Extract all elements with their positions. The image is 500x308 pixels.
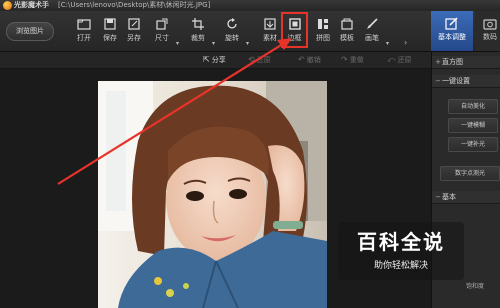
undo-button[interactable]: ↶ 撤销 — [298, 52, 321, 68]
save-button[interactable]: 保存 — [97, 14, 123, 48]
border-icon — [288, 18, 301, 30]
resize-dropdown-icon[interactable]: ▾ — [176, 40, 179, 47]
right-panel-tabs: 基本调整 数码 — [431, 11, 500, 51]
share-button[interactable]: ⇱ 分享 — [203, 52, 226, 68]
collage-icon — [318, 19, 328, 29]
tab-basic-adjust[interactable]: 基本调整 — [431, 11, 473, 51]
material-button[interactable]: 素材 — [257, 14, 283, 48]
restore-label: 还原 — [397, 56, 412, 64]
main-toolbar: 浏览图片 打开 保存 另存 尺寸 ▾ 裁剪 ▾ 旋转 ▾ 素材 边框 拼图 模板 — [0, 11, 500, 52]
save-as-button[interactable]: 另存 — [121, 14, 147, 48]
brush-dropdown-icon[interactable]: ▾ — [386, 40, 389, 47]
collage-label: 拼图 — [316, 34, 330, 42]
more-tools-icon[interactable]: › — [404, 38, 407, 47]
title-bar: 光影魔术手 [C:\Users\lenovo\Desktop\素材\休闲时光.J… — [0, 0, 500, 11]
material-label: 素材 — [263, 34, 277, 42]
tab-digital[interactable]: 数码 — [475, 11, 500, 51]
one-click-blur-button[interactable]: 一键模糊 — [448, 118, 498, 133]
collapse-icon: − — [435, 77, 441, 85]
restore-button[interactable]: ⤺ 还原 — [387, 52, 412, 68]
open-icon — [77, 19, 91, 30]
brush-label: 画笔 — [365, 34, 379, 42]
redo-icon: ↷ — [341, 55, 348, 64]
crop-label: 裁剪 — [191, 34, 205, 42]
brush-icon — [367, 18, 378, 29]
redo-label: 重做 — [349, 56, 364, 64]
saturation-label: 饱和度 — [466, 283, 485, 290]
crop-button[interactable]: 裁剪 — [185, 14, 211, 48]
share-label: 分享 — [211, 56, 226, 64]
open-label: 打开 — [77, 34, 91, 42]
reset-button[interactable]: ⟲ 还原 — [248, 52, 271, 68]
reset-icon: ⟲ — [248, 55, 255, 64]
brush-button[interactable]: 画笔 — [359, 14, 385, 48]
save-as-label: 另存 — [127, 34, 141, 42]
undo-label: 撤销 — [306, 56, 321, 64]
redo-button[interactable]: ↷ 重做 — [341, 52, 364, 68]
material-icon — [264, 18, 276, 30]
histogram-header[interactable]: +直方图 — [432, 56, 500, 69]
border-label: 边框 — [287, 34, 302, 42]
crop-dropdown-icon[interactable]: ▾ — [212, 40, 215, 47]
template-button[interactable]: 模板 — [334, 14, 360, 48]
crop-icon — [192, 18, 204, 30]
open-button[interactable]: 打开 — [71, 14, 97, 48]
resize-label: 尺寸 — [155, 34, 169, 42]
edit-icon — [445, 17, 458, 30]
reset-label: 还原 — [256, 56, 271, 64]
browse-images-button[interactable]: 浏览图片 — [6, 22, 54, 41]
resize-icon — [156, 18, 168, 30]
expand-icon: + — [435, 58, 441, 66]
watermark: 百科全说 助你轻松解决 — [338, 222, 464, 280]
collapse-icon: − — [435, 193, 441, 201]
save-as-icon — [128, 18, 140, 30]
app-name: 光影魔术手 — [14, 1, 49, 9]
basic-header[interactable]: −基本 — [432, 191, 500, 204]
basic-label: 基本 — [442, 193, 456, 201]
border-button[interactable]: 边框 — [281, 12, 308, 48]
app-logo-icon — [3, 1, 12, 10]
collage-button[interactable]: 拼图 — [310, 14, 336, 48]
save-label: 保存 — [103, 34, 117, 42]
photo-preview[interactable] — [98, 81, 327, 308]
one-click-fill-light-button[interactable]: 一键补光 — [448, 137, 498, 152]
resize-button[interactable]: 尺寸 — [149, 14, 175, 48]
restore-icon: ⤺ — [387, 55, 396, 64]
watermark-title: 百科全说 — [357, 230, 445, 254]
tab-basic-adjust-label: 基本调整 — [438, 33, 466, 41]
sub-toolbar: ⇱ 分享 ⟲ 还原 ↶ 撤销 ↷ 重做 ⤺ 还原 — [0, 52, 431, 69]
rotate-label: 旋转 — [225, 34, 239, 42]
save-icon — [104, 18, 116, 30]
share-icon: ⇱ — [203, 55, 210, 64]
rotate-button[interactable]: 旋转 — [219, 14, 245, 48]
watermark-subtitle: 助你轻松解决 — [373, 261, 428, 271]
histogram-label: 直方图 — [442, 58, 463, 66]
undo-icon: ↶ — [298, 55, 305, 64]
portrait-photo — [98, 81, 327, 308]
camera-icon — [483, 19, 497, 30]
one-click-header[interactable]: −一键设置 — [432, 75, 500, 88]
digital-fill-light-button[interactable]: 数字点测光 — [440, 166, 500, 181]
file-path: [C:\Users\lenovo\Desktop\素材\休闲时光.JPG] — [58, 1, 211, 9]
rotate-icon — [227, 18, 237, 29]
one-click-label: 一键设置 — [442, 77, 470, 85]
auto-beauty-button[interactable]: 自动美化 — [448, 99, 498, 114]
template-label: 模板 — [340, 34, 354, 42]
tab-digital-label: 数码 — [483, 33, 497, 41]
rotate-dropdown-icon[interactable]: ▾ — [246, 40, 249, 47]
template-icon — [341, 18, 353, 30]
